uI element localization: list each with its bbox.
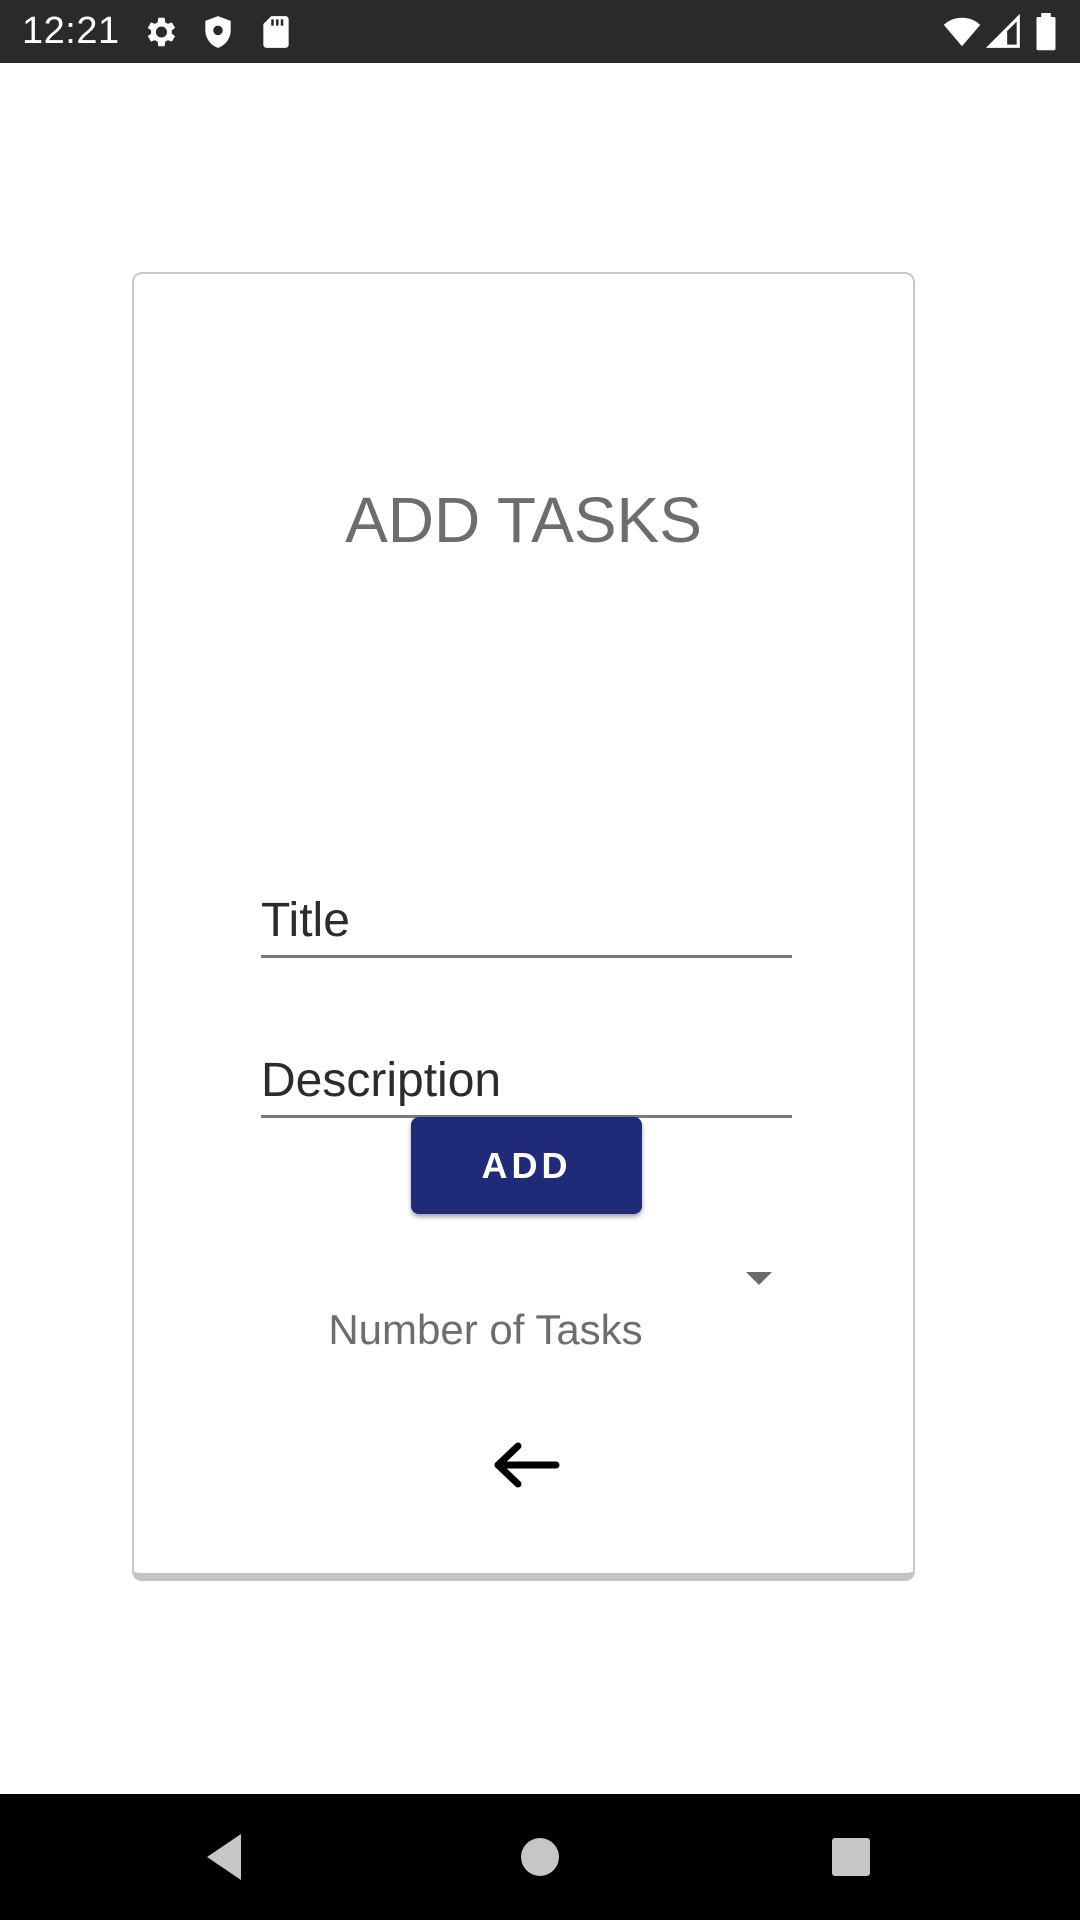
shield-icon bbox=[199, 13, 237, 51]
screen: 12:21 ADD TASKS Title Description ADD Nu… bbox=[0, 0, 1080, 1920]
add-task-card: ADD TASKS ADD Number of Tasks bbox=[132, 272, 915, 1581]
dropdown-arrow-icon bbox=[746, 1272, 772, 1285]
description-input[interactable] bbox=[261, 1053, 792, 1109]
page-title: ADD TASKS bbox=[345, 484, 702, 556]
navigation-bar bbox=[0, 1794, 1080, 1920]
arrow-left-icon[interactable] bbox=[490, 1440, 560, 1490]
battery-icon bbox=[1031, 13, 1061, 51]
back-triangle-icon[interactable] bbox=[195, 1826, 257, 1888]
task-count-label: Number of Tasks bbox=[328, 1306, 643, 1353]
status-time: 12:21 bbox=[22, 10, 120, 52]
wifi-icon bbox=[943, 13, 981, 51]
add-button-label: ADD bbox=[481, 1145, 572, 1186]
add-button[interactable]: ADD bbox=[411, 1117, 642, 1214]
description-field[interactable] bbox=[261, 1053, 792, 1118]
title-input[interactable] bbox=[261, 893, 792, 949]
cell-signal-icon bbox=[985, 13, 1023, 51]
title-field[interactable] bbox=[261, 893, 792, 958]
gear-icon bbox=[141, 13, 179, 51]
recents-square-icon[interactable] bbox=[820, 1826, 882, 1888]
home-circle-icon[interactable] bbox=[509, 1826, 571, 1888]
sd-card-icon bbox=[257, 13, 295, 51]
status-bar: 12:21 bbox=[0, 0, 1080, 63]
